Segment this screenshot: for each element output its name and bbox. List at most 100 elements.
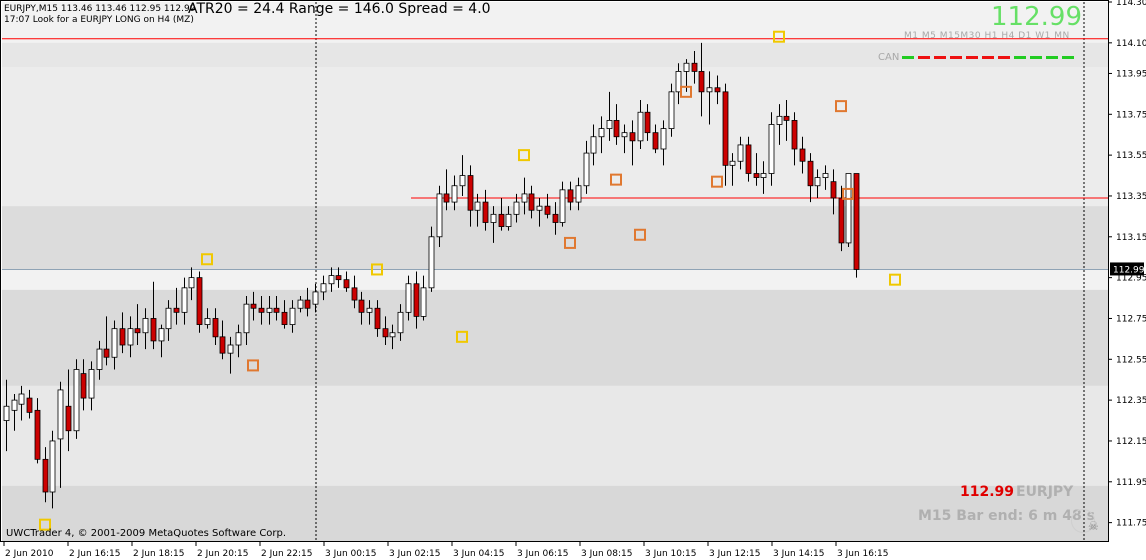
atr-stats: ATR20 = 24.4 Range = 146.0 Spread = 4.0 [188,1,491,17]
bull-candle-body [266,307,273,313]
bear-candle-body [629,132,636,142]
bull-candle-body [142,318,149,334]
bear-candle-body [335,275,342,281]
bull-candle-body [405,283,412,313]
bull-candle-body [420,287,427,317]
bear-candle-body [691,62,698,72]
bull-candle-body [204,318,211,325]
candle [853,173,860,278]
bull-candle-body [814,177,821,187]
bar-end-timer: M15 Bar end: 6 m 48 s [918,508,1095,524]
can-signal-segment [950,56,962,59]
bull-candle-body [776,115,783,125]
bear-candle-body [281,311,288,325]
bull-candle-body [73,369,80,432]
bear-candle-body [613,120,620,138]
bull-candle-body [621,132,628,138]
can-label: CAN [878,52,900,63]
bull-candle-body [668,91,675,129]
bull-candle-body [18,393,25,405]
big-price-readout: 112.99 [991,2,1082,32]
bull-candle-body [536,205,543,211]
price-tick-label: 113.55 [1116,151,1146,161]
bull-candle-body [459,175,466,187]
bull-candle-body [397,311,404,334]
bear-candle-body [273,307,280,313]
bear-candle-body [714,87,721,93]
bull-candle-body [3,405,10,421]
bear-candle-body [791,120,798,150]
price-zone [2,42,1108,68]
price-tick-label: 111.95 [1116,478,1146,488]
bear-candle-body [343,279,350,289]
can-signal-segment [1030,56,1042,59]
bear-candle-body [382,328,389,338]
bear-candle-body [498,213,505,227]
price-tick-label: 113.75 [1116,110,1146,120]
price-chart[interactable]: 114.30 114.10 113.95 113.75 113.55 113.35 113.… [0,0,1146,560]
time-tick-label: 3 Jun 16:15 [837,549,888,559]
price-tick-label: 113.35 [1116,192,1146,202]
price-zone [2,67,1108,207]
bull-candle-body [606,120,613,129]
can-signal-segment [934,56,946,59]
time-tick-label: 2 Jun 18:15 [133,549,184,559]
bull-candle-body [583,152,590,187]
can-signal-segment [982,56,994,59]
bull-candle-body [11,399,18,411]
copyright-text: UWCTrader 4, © 2001-2009 MetaQuotes Soft… [6,528,287,539]
chart-comment: 17:07 Look for a EURJPY LONG on H4 (MZ) [4,15,194,25]
footer-symbol: EURJPY [1016,484,1074,500]
bull-candle-body [845,173,852,244]
footer-price: 112.99 [960,484,1015,500]
time-tick-label: 3 Jun 00:15 [325,549,376,559]
time-tick-label: 3 Jun 10:15 [645,549,696,559]
timeframe-row: M1 M5 M15M30 H1 H4 D1 W1 MN [904,31,1070,41]
can-signal-segment [966,56,978,59]
bear-candle-body [196,277,203,325]
bull-candle-body [165,307,172,330]
time-tick-label: 2 Jun 2010 [5,549,54,559]
current-price-label: 112.99 [1113,265,1145,275]
bull-candle-body [822,173,829,178]
time-tick-label: 3 Jun 06:15 [517,549,568,559]
bear-candle-body [467,175,474,211]
bull-candle-body [428,236,435,289]
bear-candle-body [482,201,489,223]
bull-candle-body [111,328,118,358]
bull-candle-body [575,185,582,203]
price-tick-label: 111.75 [1116,519,1146,529]
bull-candle-body [289,307,296,325]
time-tick-label: 3 Jun 08:15 [581,549,632,559]
bear-candle-body [443,193,450,203]
symbol-info: EURJPY,M15 113.46 113.46 112.95 112.99 [4,4,196,14]
bear-candle-body [807,160,814,187]
bear-candle-body [644,111,651,134]
candle [196,271,203,333]
bull-candle-body [243,303,250,334]
bull-candle-body [389,332,396,338]
bull-candle-body [227,344,234,354]
bear-candle-body [258,307,265,313]
bear-candle-body [103,348,110,358]
chart-window[interactable]: 114.30 114.10 113.95 113.75 113.55 113.35 113.… [0,0,1146,560]
time-tick-label: 2 Jun 20:15 [197,549,248,559]
bull-candle-body [96,348,103,370]
bear-candle-body [26,397,33,413]
bull-candle-body [559,189,566,223]
bear-candle-body [80,373,87,399]
bull-candle-body [451,185,458,203]
bull-candle-body [181,287,188,313]
time-tick-label: 3 Jun 02:15 [389,549,440,559]
bear-candle-body [838,197,845,244]
bull-candle-body [660,128,667,150]
candle [668,83,675,137]
can-signal-bar [902,56,1074,59]
bear-candle-body [212,318,219,338]
bull-candle-body [737,144,744,162]
bull-candle-body [57,389,64,440]
bear-candle-body [42,458,49,493]
bull-candle-body [297,299,304,309]
bull-candle-body [436,193,443,238]
bear-candle-body [544,205,551,215]
